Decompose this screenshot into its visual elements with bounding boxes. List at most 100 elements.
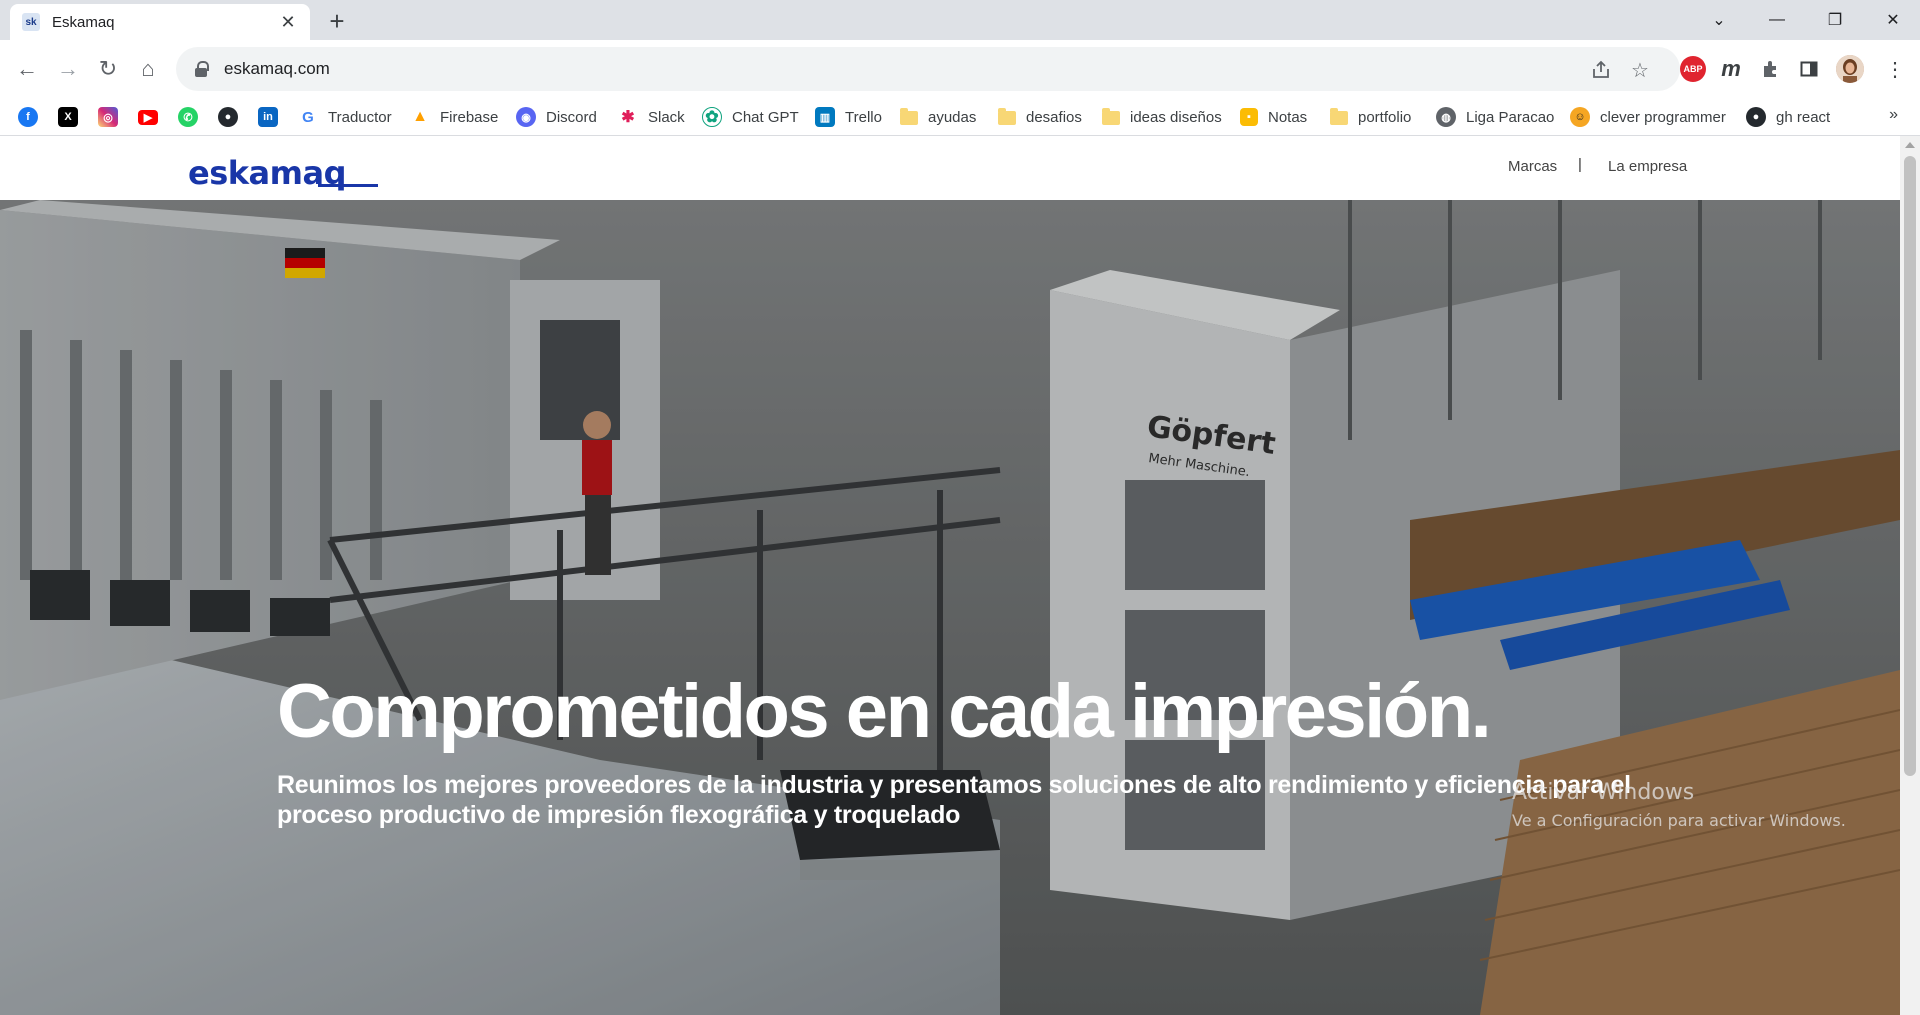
- windows-activation-watermark: Activar Windows Ve a Configuración para …: [1512, 780, 1846, 830]
- eskamaq-favicon-icon: sk: [22, 13, 40, 31]
- facebook-icon: f: [18, 107, 38, 127]
- hero-subtitle: Reunimos los mejores proveedores de la i…: [277, 771, 1631, 829]
- globe-icon: ◍: [1436, 107, 1456, 127]
- bookmark-facebook[interactable]: f: [18, 106, 38, 128]
- bookmark-label: Firebase: [440, 108, 499, 126]
- web-page: eskamaq Marcas | La empresa Göpfert Mehr…: [0, 136, 1900, 1015]
- folder-icon: [998, 108, 1016, 125]
- bookmarks-overflow-icon[interactable]: »: [1889, 106, 1898, 124]
- bookmark-label: portfolio: [1358, 108, 1412, 126]
- github-icon: ●: [1746, 107, 1766, 127]
- trello-icon: ▥: [815, 107, 835, 127]
- bookmark-firebase[interactable]: ▲ Firebase: [410, 106, 498, 128]
- minimize-button[interactable]: —: [1748, 0, 1806, 40]
- address-bar[interactable]: eskamaq.com ☆: [176, 47, 1680, 91]
- bookmark-label: Traductor: [328, 108, 392, 126]
- linkedin-icon: in: [258, 107, 278, 127]
- watermark-title: Activar Windows: [1512, 780, 1695, 805]
- nav-link-marcas[interactable]: Marcas: [1508, 158, 1557, 175]
- hero-title: Comprometidos en cada impresión.: [277, 669, 1492, 754]
- discord-icon: ◉: [516, 107, 536, 127]
- scroll-up-arrow-icon[interactable]: [1905, 142, 1915, 148]
- nav-separator: |: [1578, 156, 1582, 173]
- nav-link-la-empresa[interactable]: La empresa: [1608, 158, 1687, 175]
- bookmark-notas[interactable]: ▪ Notas: [1240, 106, 1307, 128]
- bookmark-label: gh react: [1776, 108, 1831, 126]
- tab-search-icon[interactable]: ⌄: [1690, 0, 1748, 40]
- tab-strip: sk Eskamaq ✕ + ⌄ — ❐ ✕: [0, 0, 1920, 40]
- bookmark-discord[interactable]: ◉ Discord: [516, 106, 597, 128]
- bookmark-folder-portfolio[interactable]: portfolio: [1330, 106, 1411, 128]
- bookmark-instagram[interactable]: ◎: [98, 106, 118, 128]
- bookmark-label: Discord: [546, 108, 597, 126]
- page-scrollbar[interactable]: [1900, 136, 1920, 1015]
- bookmark-star-icon[interactable]: ☆: [1627, 57, 1653, 83]
- tab-title: Eskamaq: [52, 13, 115, 31]
- hero-dark-overlay: [0, 200, 1900, 1015]
- adblock-plus-icon[interactable]: ABP: [1680, 56, 1706, 82]
- slack-icon: ✱: [621, 109, 635, 126]
- bookmark-label: Liga Paracao: [1466, 108, 1555, 126]
- extensions-puzzle-icon[interactable]: [1758, 56, 1784, 82]
- folder-icon: [900, 108, 918, 125]
- bookmark-label: Slack: [648, 108, 685, 126]
- bookmark-label: ayudas: [928, 108, 977, 126]
- bookmark-x[interactable]: X: [58, 106, 78, 128]
- bookmark-folder-ayudas[interactable]: ayudas: [900, 106, 976, 128]
- watermark-text: Ve a Configuración para activar Windows.: [1512, 811, 1846, 830]
- browser-toolbar: ← → ↻ ⌂ eskamaq.com ☆ ABP m ⋮: [0, 40, 1920, 98]
- forward-button[interactable]: →: [48, 49, 88, 89]
- bookmark-slack[interactable]: ✱ Slack: [618, 106, 685, 128]
- folder-icon: [1330, 108, 1348, 125]
- scroll-thumb[interactable]: [1904, 156, 1916, 776]
- browser-menu-icon[interactable]: ⋮: [1882, 56, 1908, 82]
- x-icon: X: [58, 107, 78, 127]
- bookmark-folder-ideas[interactable]: ideas diseños: [1102, 106, 1222, 128]
- side-panel-icon[interactable]: [1796, 56, 1822, 82]
- bookmark-github[interactable]: ●: [218, 106, 238, 128]
- profile-avatar[interactable]: [1836, 55, 1864, 83]
- site-header: eskamaq Marcas | La empresa: [0, 136, 1900, 200]
- bookmark-gh-react[interactable]: ● gh react: [1746, 106, 1830, 128]
- back-button[interactable]: ←: [7, 49, 47, 89]
- whatsapp-icon: ✆: [178, 107, 198, 127]
- bookmark-label: Chat GPT: [732, 108, 799, 126]
- bookmark-linkedin[interactable]: in: [258, 106, 278, 128]
- bookmarks-bar: f X ◎ ▶ ✆ ● in G Traductor ▲ Firebase ◉ Dis…: [0, 98, 1920, 136]
- folder-icon: [1102, 108, 1120, 125]
- tab-eskamaq[interactable]: sk Eskamaq ✕: [10, 4, 310, 40]
- youtube-icon: ▶: [138, 109, 158, 125]
- logo-underline: [318, 184, 378, 187]
- share-icon[interactable]: [1588, 57, 1614, 83]
- m-extension-icon[interactable]: m: [1718, 56, 1744, 82]
- chatgpt-icon: ✿: [702, 107, 722, 127]
- home-button[interactable]: ⌂: [128, 49, 168, 89]
- hero-banner: Göpfert Mehr Maschine. Comprometidos en …: [0, 200, 1900, 1015]
- close-window-button[interactable]: ✕: [1864, 0, 1920, 40]
- lock-icon[interactable]: [194, 61, 209, 77]
- bookmark-trello[interactable]: ▥ Trello: [815, 106, 882, 128]
- bookmark-chatgpt[interactable]: ✿ Chat GPT: [702, 106, 799, 128]
- reload-button[interactable]: ↻: [88, 49, 128, 89]
- restore-button[interactable]: ❐: [1806, 0, 1864, 40]
- instagram-icon: ◎: [98, 107, 118, 127]
- url-text[interactable]: eskamaq.com: [224, 59, 330, 79]
- tab-close-icon[interactable]: ✕: [278, 12, 298, 33]
- bookmark-label: clever programmer: [1600, 108, 1726, 126]
- bookmark-traductor[interactable]: G Traductor: [298, 106, 392, 128]
- firebase-icon: ▲: [412, 108, 428, 125]
- bookmark-whatsapp[interactable]: ✆: [178, 106, 198, 128]
- bookmark-youtube[interactable]: ▶: [138, 106, 158, 128]
- bookmark-label: ideas diseños: [1130, 108, 1222, 126]
- google-icon: G: [298, 107, 318, 127]
- bookmark-label: desafios: [1026, 108, 1082, 126]
- notes-icon: ▪: [1240, 108, 1258, 126]
- bookmark-label: Notas: [1268, 108, 1308, 126]
- bookmark-label: Trello: [845, 108, 882, 126]
- github-icon: ●: [218, 107, 238, 127]
- clever-programmer-icon: ☺: [1570, 107, 1590, 127]
- bookmark-liga-paracao[interactable]: ◍ Liga Paracao: [1436, 106, 1554, 128]
- bookmark-folder-desafios[interactable]: desafios: [998, 106, 1082, 128]
- bookmark-clever-programmer[interactable]: ☺ clever programmer: [1570, 106, 1726, 128]
- new-tab-button[interactable]: +: [322, 6, 352, 36]
